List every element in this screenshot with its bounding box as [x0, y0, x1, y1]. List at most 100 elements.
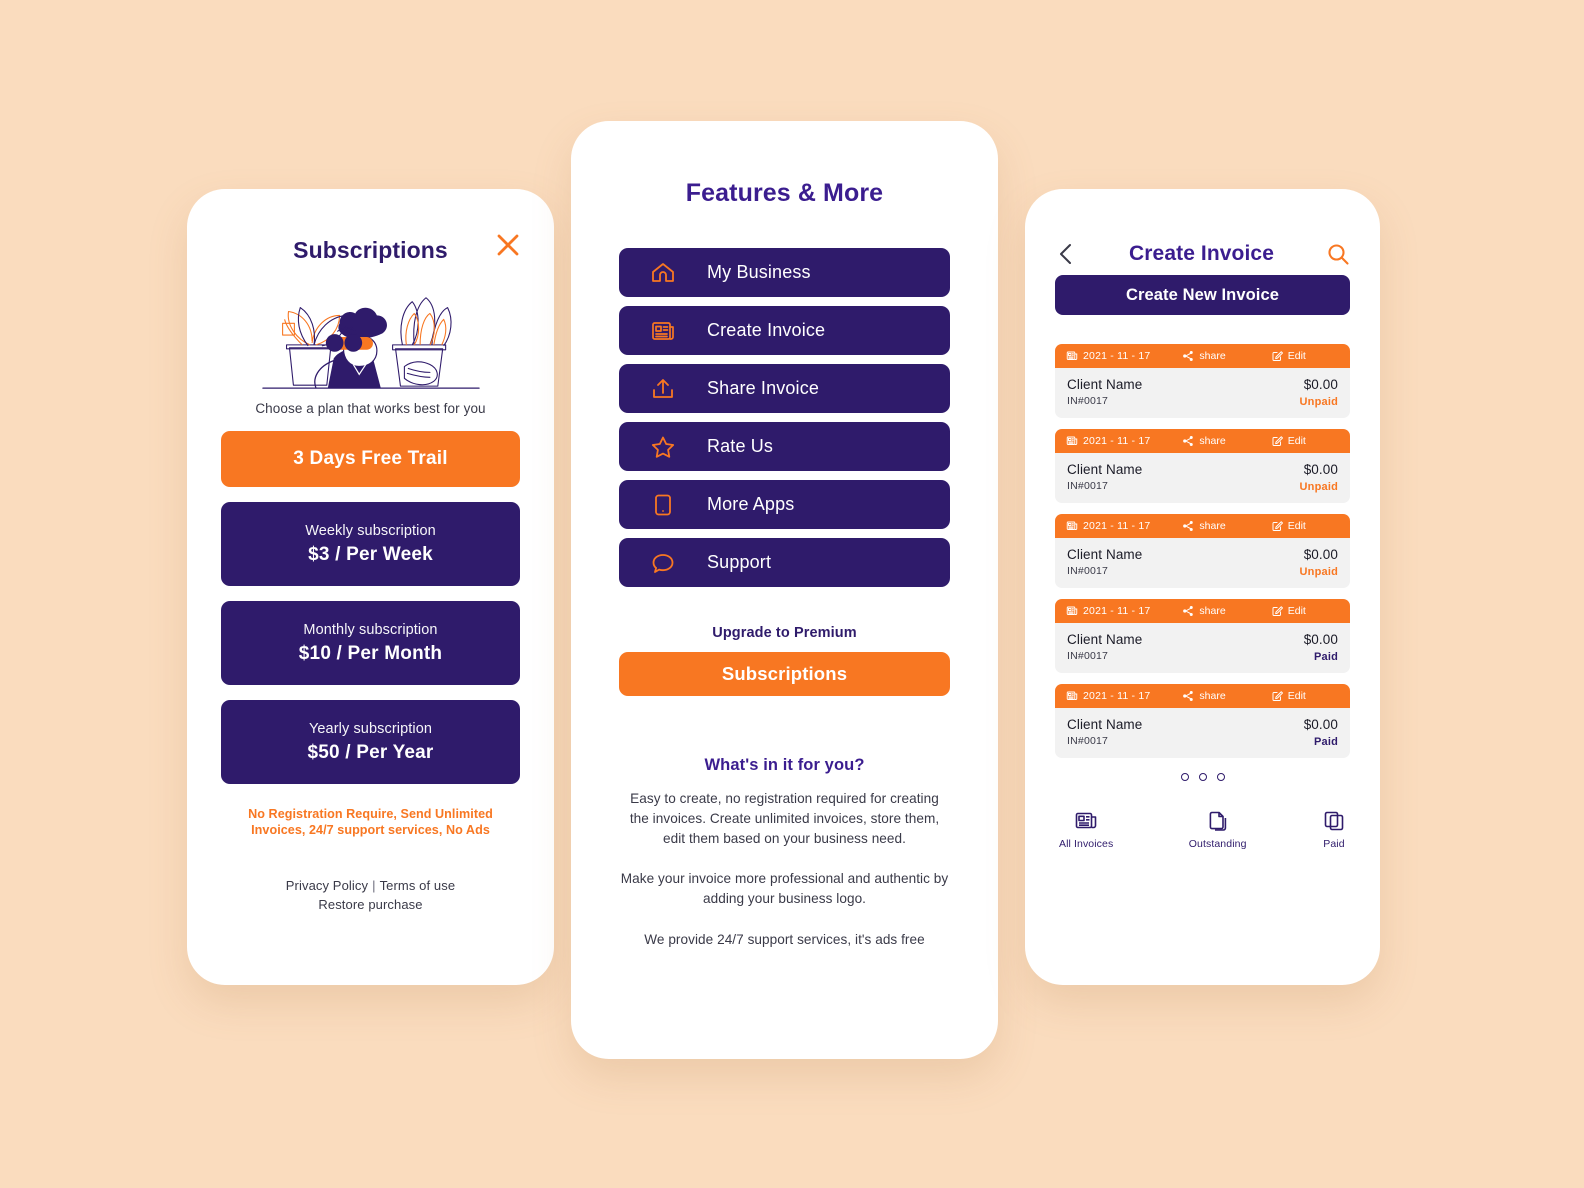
- chevron-left-icon[interactable]: [1055, 241, 1077, 267]
- invoice-date-text: 2021 - 11 - 17: [1083, 605, 1151, 617]
- invoice-amount: $0.00: [1303, 717, 1338, 732]
- invoice-date: 2021 - 11 - 17: [1066, 435, 1182, 447]
- whats-paragraph-2: Make your invoice more professional and …: [620, 871, 949, 907]
- table-row[interactable]: 2021 - 11 - 17 share Edit Client Name IN…: [1055, 429, 1350, 503]
- edit-action[interactable]: Edit: [1271, 605, 1339, 617]
- legal-links: Privacy Policy | Terms of use Restore purc…: [221, 877, 520, 915]
- client-name: Client Name: [1067, 547, 1143, 562]
- free-trial-button[interactable]: 3 Days Free Trail: [221, 431, 520, 487]
- newspaper-icon: [1066, 606, 1078, 615]
- pager-dots[interactable]: [1055, 773, 1350, 781]
- invoice-amount: $0.00: [1303, 547, 1338, 562]
- subscriptions-screen: Subscriptions Choose a plan that works b…: [187, 189, 554, 985]
- plan-monthly-price: $10 / Per Month: [298, 642, 443, 664]
- table-row[interactable]: 2021 - 11 - 17 share Edit Client Name IN…: [1055, 344, 1350, 418]
- invoice-list: 2021 - 11 - 17 share Edit Client Name IN…: [1055, 344, 1350, 758]
- plan-monthly[interactable]: Monthly subscription $10 / Per Month: [221, 601, 520, 685]
- search-icon[interactable]: [1326, 242, 1350, 266]
- newspaper-icon: [1075, 812, 1097, 829]
- plan-weekly[interactable]: Weekly subscription $3 / Per Week: [221, 502, 520, 586]
- create-new-invoice-button[interactable]: Create New Invoice: [1055, 275, 1350, 315]
- subscription-note-line2: Invoices, 24/7 support services, No Ads: [251, 823, 490, 838]
- plan-yearly-price: $50 / Per Year: [307, 741, 434, 763]
- link-separator: |: [372, 877, 376, 893]
- feature-label: Rate Us: [707, 436, 774, 456]
- invoice-date-text: 2021 - 11 - 17: [1083, 350, 1151, 362]
- share-action[interactable]: share: [1182, 435, 1270, 447]
- newspaper-icon: [1066, 436, 1078, 445]
- edit-action[interactable]: Edit: [1271, 435, 1339, 447]
- edit-action[interactable]: Edit: [1271, 690, 1339, 702]
- table-row[interactable]: 2021 - 11 - 17 share Edit Client Name IN…: [1055, 599, 1350, 673]
- invoice-date-text: 2021 - 11 - 17: [1083, 690, 1151, 702]
- share-action[interactable]: share: [1182, 690, 1270, 702]
- share-icon: [1183, 436, 1194, 446]
- edit-action[interactable]: Edit: [1271, 350, 1339, 362]
- page-title: Create Invoice: [1129, 242, 1274, 265]
- share-label: share: [1199, 435, 1226, 447]
- table-row[interactable]: 2021 - 11 - 17 share Edit Client Name IN…: [1055, 514, 1350, 588]
- pager-dot[interactable]: [1180, 773, 1189, 781]
- invoice-date-text: 2021 - 11 - 17: [1083, 435, 1151, 447]
- share-action[interactable]: share: [1182, 520, 1270, 532]
- share-label: share: [1199, 350, 1226, 362]
- invoice-row-actions: 2021 - 11 - 17 share Edit: [1055, 344, 1350, 368]
- whats-paragraph-3: We provide 24/7 support services, it's a…: [644, 931, 925, 947]
- edit-label: Edit: [1287, 605, 1306, 617]
- invoice-row-body: Client Name IN#0017 $0.00 Unpaid: [1055, 368, 1350, 418]
- status-badge: Paid: [1313, 651, 1338, 663]
- nav-item-paid[interactable]: Paid: [1322, 809, 1346, 850]
- feature-label: More Apps: [707, 494, 795, 514]
- edit-action[interactable]: Edit: [1271, 520, 1339, 532]
- edit-pencil-icon: [1272, 521, 1283, 531]
- status-badge: Paid: [1313, 736, 1338, 748]
- invoice-date: 2021 - 11 - 17: [1066, 350, 1182, 362]
- feature-item-more-apps[interactable]: More Apps: [619, 480, 950, 529]
- invoice-row-body: Client Name IN#0017 $0.00 Unpaid: [1055, 538, 1350, 588]
- plan-yearly[interactable]: Yearly subscription $50 / Per Year: [221, 700, 520, 784]
- close-icon[interactable]: [494, 231, 522, 259]
- invoice-row-body: Client Name IN#0017 $0.00 Unpaid: [1055, 453, 1350, 503]
- invoice-amount: $0.00: [1303, 462, 1338, 477]
- pager-dot[interactable]: [1216, 773, 1225, 781]
- pager-dot[interactable]: [1198, 773, 1207, 781]
- nav-item-outstanding[interactable]: Outstanding: [1189, 809, 1247, 850]
- edit-pencil-icon: [1272, 691, 1283, 701]
- share-icon: [1183, 351, 1194, 361]
- feature-item-share-invoice[interactable]: Share Invoice: [619, 364, 950, 413]
- invoice-date: 2021 - 11 - 17: [1066, 690, 1182, 702]
- page-title: Subscriptions: [293, 237, 448, 263]
- subscription-note-line1: No Registration Require, Send Unlimited: [248, 807, 493, 821]
- subscriptions-button[interactable]: Subscriptions: [619, 652, 950, 696]
- terms-of-use-link[interactable]: Terms of use: [380, 878, 456, 893]
- restore-purchase-link[interactable]: Restore purchase: [221, 896, 520, 915]
- nav-item-all-invoices[interactable]: All Invoices: [1059, 809, 1113, 850]
- design-canvas: Subscriptions Choose a plan that works b…: [0, 0, 1584, 1188]
- chat-bubble-icon: [619, 550, 707, 576]
- whats-in-it-title: What's in it for you?: [704, 756, 865, 774]
- edit-pencil-icon: [1272, 606, 1283, 616]
- share-action[interactable]: share: [1182, 350, 1270, 362]
- features-list: My Business Create Invoice Share Invoice…: [619, 248, 950, 587]
- share-icon: [1183, 606, 1194, 616]
- feature-item-rate-us[interactable]: Rate Us: [619, 422, 950, 471]
- feature-item-my-business[interactable]: My Business: [619, 248, 950, 297]
- feature-item-support[interactable]: Support: [619, 538, 950, 587]
- newspaper-icon: [1066, 521, 1078, 530]
- privacy-policy-link[interactable]: Privacy Policy: [286, 878, 368, 893]
- edit-label: Edit: [1287, 520, 1306, 532]
- feature-item-create-invoice[interactable]: Create Invoice: [619, 306, 950, 355]
- nav-label: Paid: [1323, 838, 1345, 850]
- upload-icon: [619, 376, 707, 402]
- edit-label: Edit: [1287, 690, 1306, 702]
- plan-monthly-name: Monthly subscription: [303, 621, 438, 638]
- invoice-row-actions: 2021 - 11 - 17 share Edit: [1055, 514, 1350, 538]
- client-name: Client Name: [1067, 377, 1143, 392]
- table-row[interactable]: 2021 - 11 - 17 share Edit Client Name IN…: [1055, 684, 1350, 758]
- status-badge: Unpaid: [1299, 396, 1338, 408]
- edit-pencil-icon: [1272, 351, 1283, 361]
- star-icon: [619, 434, 707, 460]
- share-action[interactable]: share: [1182, 605, 1270, 617]
- edit-label: Edit: [1287, 435, 1306, 447]
- invoice-amount: $0.00: [1303, 377, 1338, 392]
